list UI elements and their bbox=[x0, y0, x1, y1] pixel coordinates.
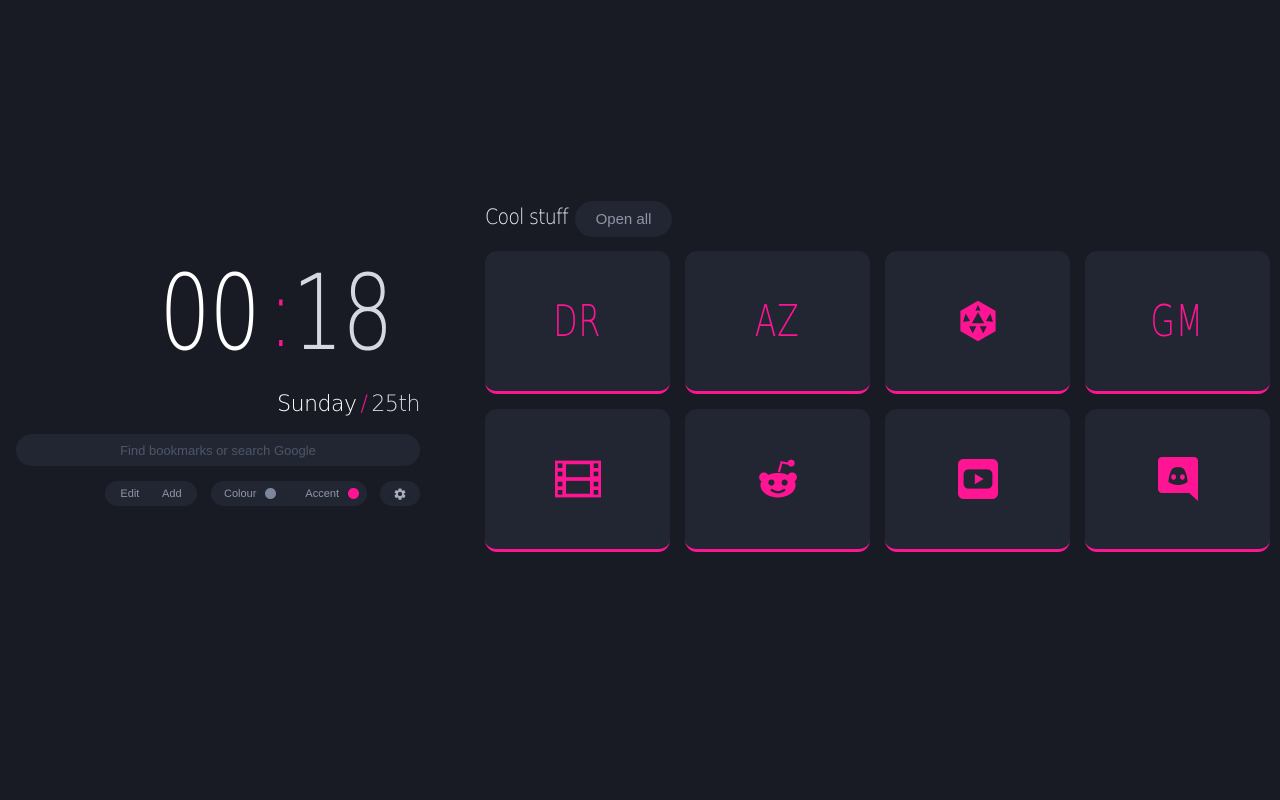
bookmark-label: AZ bbox=[755, 295, 800, 347]
bookmark-tile-dice[interactable] bbox=[885, 251, 1070, 394]
bookmark-tile-gm[interactable]: GM bbox=[1085, 251, 1270, 394]
open-all-button[interactable]: Open all bbox=[575, 201, 672, 237]
group-title: Cool stuff bbox=[485, 205, 569, 229]
date-display: Sunday/25th bbox=[200, 392, 420, 417]
theme-group: Colour Accent bbox=[211, 481, 367, 506]
colour-label: Colour bbox=[224, 487, 257, 500]
accent-button[interactable]: Accent bbox=[305, 487, 360, 500]
edit-add-group: Edit Add bbox=[105, 481, 197, 506]
accent-label: Accent bbox=[305, 487, 340, 500]
start-page: 00 : 18 Sunday/25th Edit Add Colour Acce… bbox=[0, 0, 1280, 800]
bookmark-label: DR bbox=[553, 295, 602, 347]
reddit-icon bbox=[758, 459, 797, 498]
gear-icon bbox=[394, 487, 406, 500]
bookmark-tile-film[interactable] bbox=[485, 409, 670, 552]
colour-swatch bbox=[265, 488, 277, 499]
film-icon bbox=[554, 460, 601, 498]
accent-swatch bbox=[348, 488, 360, 499]
clock-hours: 00 bbox=[159, 252, 261, 374]
colour-button[interactable]: Colour bbox=[224, 487, 277, 500]
bookmark-tile-youtube[interactable] bbox=[885, 409, 1070, 552]
date-slash: / bbox=[360, 392, 368, 417]
date-day: Sunday bbox=[277, 392, 357, 417]
discord-icon bbox=[1157, 457, 1198, 501]
search-input[interactable] bbox=[16, 434, 420, 466]
clock-minutes: 18 bbox=[291, 252, 394, 374]
bookmark-tile-dr[interactable]: DR bbox=[485, 251, 670, 394]
clock: 00 : 18 bbox=[159, 252, 420, 374]
settings-button[interactable] bbox=[380, 481, 420, 506]
bookmark-grid: DR AZ GM bbox=[485, 251, 1270, 552]
bookmark-tile-reddit[interactable] bbox=[685, 409, 870, 552]
edit-button[interactable]: Edit bbox=[120, 488, 139, 500]
add-button[interactable]: Add bbox=[162, 488, 182, 500]
clock-separator: : bbox=[269, 257, 293, 369]
youtube-icon bbox=[957, 459, 998, 499]
bookmark-tile-discord[interactable] bbox=[1085, 409, 1270, 552]
date-number: 25th bbox=[371, 392, 420, 417]
d20-dice-icon bbox=[959, 300, 996, 342]
bookmark-label: GM bbox=[1150, 295, 1205, 347]
bookmark-tile-az[interactable]: AZ bbox=[685, 251, 870, 394]
